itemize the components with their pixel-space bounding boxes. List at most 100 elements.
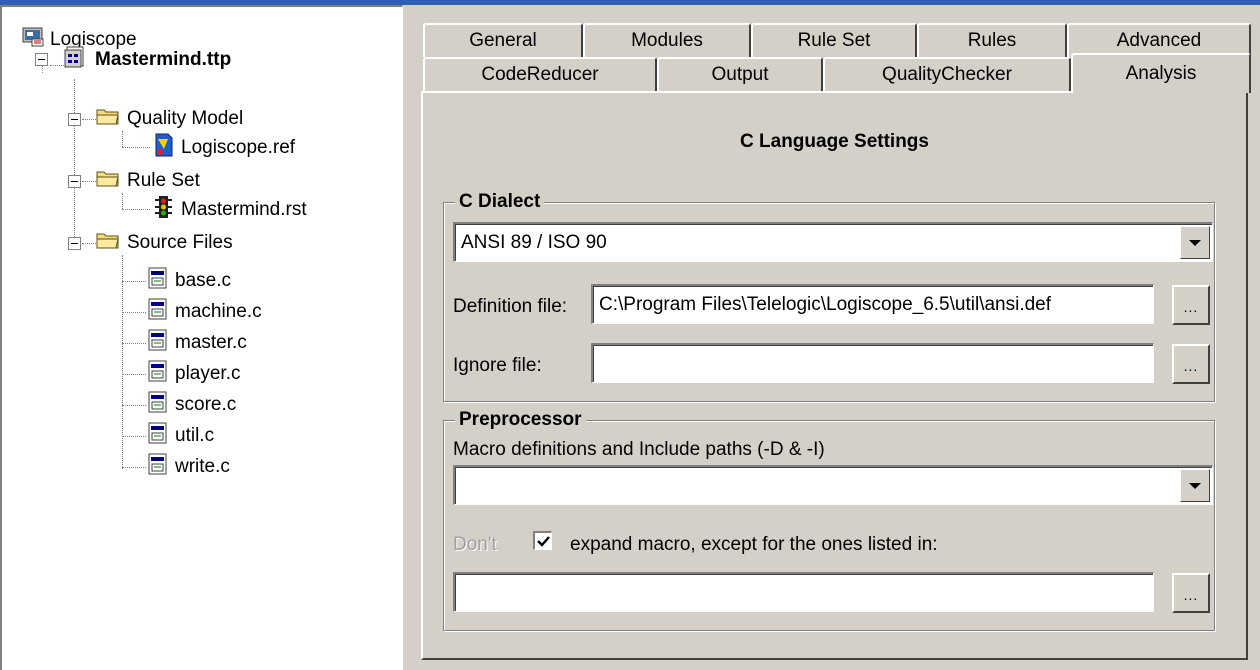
c-dialect-legend: C Dialect [455,191,545,213]
tree-item-source-file[interactable]: machine.c [148,298,262,326]
folder-open-icon [96,106,120,132]
project-label: Mastermind.ttp [95,49,232,70]
preprocessor-group: Preprocessor Macro definitions and Inclu… [443,409,1215,631]
tab-label: Rules [967,30,1017,51]
tab-rules[interactable]: Rules [917,23,1067,57]
chevron-down-icon [1189,482,1201,489]
tree-item-quality-model[interactable]: Quality Model [96,106,243,132]
macro-definitions-label: Macro definitions and Include paths (-D … [453,439,825,460]
tree-item-source-file[interactable]: master.c [148,329,247,357]
reference-file-icon [152,133,174,163]
tab-output[interactable]: Output [657,57,823,91]
definition-file-value: C:\Program Files\Telelogic\Logiscope_6.5… [599,293,1052,315]
tree-line [122,147,150,148]
project-tree[interactable]: Logiscope Mastermind.ttp Quality Model L… [0,5,403,670]
ignore-file-field[interactable] [591,343,1154,383]
tree-item-label: Quality Model [127,108,244,129]
expand-macro-checkbox[interactable] [533,531,552,550]
tree-item-label: player.c [175,363,241,384]
tab-label: Output [711,64,769,85]
tree-item-label: Rule Set [127,170,200,191]
c-source-file-icon [148,422,168,450]
tab-label: Analysis [1125,63,1197,84]
tree-item-mastermind-rst[interactable]: Mastermind.rst [152,195,307,225]
browse-definition-button[interactable]: ... [1172,285,1210,325]
tree-line [82,119,96,120]
tree-line [122,405,146,406]
ignore-file-label: Ignore file: [453,355,542,376]
tab-label: General [469,30,537,51]
traffic-light-icon [152,195,174,225]
tree-line [122,436,146,437]
tab-label: QualityChecker [882,64,1012,85]
tree-line [122,374,146,375]
settings-panel: General Modules Rule Set Rules Advanced … [403,5,1260,670]
tree-item-label: Source Files [127,232,233,253]
tree-line [122,281,146,282]
tab-qualitychecker[interactable]: QualityChecker [823,57,1071,91]
tree-item-rule-set[interactable]: Rule Set [96,168,200,194]
chevron-down-icon [1189,239,1201,246]
dropdown-arrow-button[interactable] [1180,226,1210,259]
folder-open-icon [96,230,120,256]
collapse-source-files-button[interactable] [68,237,81,250]
tree-item-project[interactable]: Mastermind.ttp [64,46,232,74]
tree-item-label: Mastermind.rst [181,199,307,220]
tab-general[interactable]: General [423,23,583,57]
tree-item-logiscope-ref[interactable]: Logiscope.ref [152,133,296,163]
tree-item-source-file[interactable]: score.c [148,391,237,419]
tree-line [122,312,146,313]
tree-item-source-file[interactable]: player.c [148,360,241,388]
c-source-file-icon [148,360,168,388]
analysis-tab-page: C Language Settings C Dialect ANSI 89 / … [421,91,1248,660]
definition-file-field[interactable]: C:\Program Files\Telelogic\Logiscope_6.5… [591,284,1154,324]
preprocessor-legend: Preprocessor [455,409,586,431]
tab-modules[interactable]: Modules [583,23,751,57]
macro-exception-field[interactable] [453,572,1154,612]
tree-item-source-files[interactable]: Source Files [96,230,233,256]
section-title: C Language Settings [740,131,929,152]
tree-item-label: util.c [175,425,215,446]
tree-line [82,181,96,182]
tree-item-label: score.c [175,394,237,415]
browse-label: ... [1183,587,1199,603]
tree-item-label: write.c [175,456,230,477]
c-dialect-select[interactable]: ANSI 89 / ISO 90 [453,222,1213,262]
tab-codereducer[interactable]: CodeReducer [423,57,657,91]
dont-label: Don't [453,534,497,555]
c-source-file-icon [148,453,168,481]
tree-item-label: machine.c [175,301,262,322]
collapse-project-button[interactable] [35,53,48,66]
tree-line [74,79,75,249]
browse-label: ... [1183,299,1199,315]
tab-rule-set[interactable]: Rule Set [751,23,917,57]
tree-item-label: Logiscope.ref [181,137,296,158]
c-source-file-icon [148,329,168,357]
tree-line [122,209,150,210]
dropdown-arrow-button[interactable] [1180,469,1210,502]
collapse-rule-set-button[interactable] [68,175,81,188]
tree-line [122,343,146,344]
c-source-file-icon [148,391,168,419]
tab-advanced[interactable]: Advanced [1067,23,1251,57]
definition-file-label: Definition file: [453,296,568,317]
c-dialect-value: ANSI 89 / ISO 90 [461,231,607,253]
tab-analysis[interactable]: Analysis [1071,53,1251,93]
c-source-file-icon [148,298,168,326]
tree-line [50,65,64,66]
browse-macro-exception-button[interactable]: ... [1172,573,1210,613]
logiscope-app-icon [22,27,44,53]
tree-item-source-file[interactable]: base.c [148,267,231,294]
tree-item-source-file[interactable]: write.c [148,453,230,481]
expand-macro-label: expand macro, except for the ones listed… [570,534,938,555]
tree-item-source-file[interactable]: util.c [148,422,215,450]
tree-line [122,193,123,209]
tab-label: Rule Set [797,30,871,51]
tab-label: CodeReducer [481,64,599,85]
browse-ignore-button[interactable]: ... [1172,344,1210,384]
project-icon [64,46,88,74]
tab-label: Modules [631,30,703,51]
collapse-quality-model-button[interactable] [68,113,81,126]
macro-definitions-select[interactable] [453,465,1213,505]
c-dialect-group: C Dialect ANSI 89 / ISO 90 Definition fi… [443,191,1215,402]
